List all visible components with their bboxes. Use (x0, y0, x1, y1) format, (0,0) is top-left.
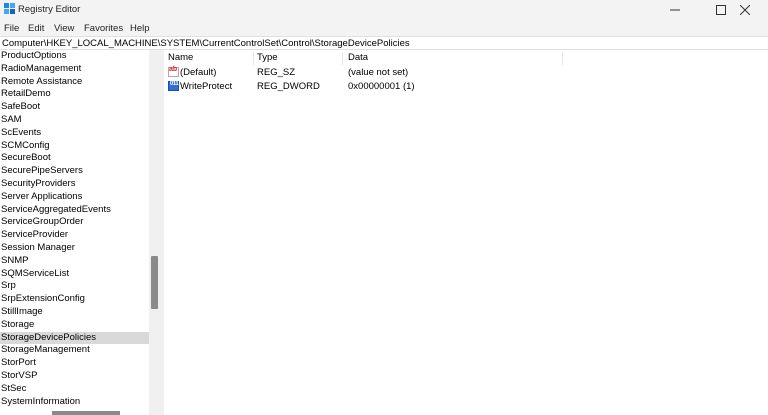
tree-item[interactable]: StillImage (0, 306, 150, 319)
menu-view[interactable]: View (54, 23, 74, 34)
tree-item[interactable]: Storage (0, 319, 150, 332)
window-title: Registry Editor (18, 4, 81, 15)
value-type: REG_SZ (257, 67, 296, 78)
key-tree: ProductOptions RadioManagement Remote As… (0, 50, 160, 415)
close-icon (740, 5, 750, 15)
tree-item[interactable]: StorVSP (0, 370, 150, 383)
tree-scroll-thumb[interactable] (151, 256, 158, 309)
menu-bar: File Edit View Favorites Help (0, 20, 768, 36)
column-header-type[interactable]: Type (257, 52, 278, 65)
minimize-button[interactable] (652, 0, 698, 20)
dword-value-icon: 011 (168, 81, 179, 91)
tree-item[interactable]: SecurityProviders (0, 178, 150, 191)
value-data: 0x00000001 (1) (348, 81, 415, 92)
value-name[interactable]: WriteProtect (180, 81, 232, 92)
tree-item[interactable]: ServiceGroupOrder (0, 216, 150, 229)
tree-item[interactable]: SrpExtensionConfig (0, 293, 150, 306)
tree-item[interactable]: SAM (0, 114, 150, 127)
title-bar: Registry Editor (0, 0, 768, 20)
value-type: REG_DWORD (257, 81, 320, 92)
column-divider[interactable] (562, 52, 563, 65)
tree-vertical-scrollbar[interactable] (149, 50, 160, 415)
tree-item[interactable]: Srp (0, 280, 150, 293)
registry-editor-icon (4, 3, 15, 15)
minimize-icon (670, 9, 680, 11)
value-data: (value not set) (348, 67, 409, 78)
tree-item[interactable]: SystemInformation (0, 396, 150, 409)
address-bar[interactable]: Computer\HKEY_LOCAL_MACHINE\SYSTEM\Curre… (0, 36, 768, 50)
menu-favorites[interactable]: Favorites (84, 23, 123, 34)
tree-item[interactable]: SQMServiceList (0, 268, 150, 281)
tree-item[interactable]: SCMConfig (0, 140, 150, 153)
address-path[interactable]: Computer\HKEY_LOCAL_MACHINE\SYSTEM\Curre… (2, 38, 410, 49)
string-value-icon: ab (168, 66, 179, 77)
tree-item[interactable]: StSec (0, 383, 150, 396)
tree-item[interactable]: SecureBoot (0, 152, 150, 165)
value-name[interactable]: (Default) (180, 67, 216, 78)
tree-item[interactable]: Remote Assistance (0, 76, 150, 89)
menu-help[interactable]: Help (130, 23, 150, 34)
column-header-data[interactable]: Data (348, 52, 368, 65)
tree-item[interactable]: StorageManagement (0, 344, 150, 357)
tree-item-selected[interactable]: StorageDevicePolicies (0, 331, 150, 345)
tree-item[interactable]: ServiceAggregatedEvents (0, 204, 150, 217)
tree-item[interactable]: SNMP (0, 255, 150, 268)
menu-file[interactable]: File (4, 23, 19, 34)
tree-item[interactable]: ScEvents (0, 127, 150, 140)
values-list: Name Type Data ab (Default) REG_SZ (valu… (164, 50, 768, 415)
tree-item[interactable]: RadioManagement (0, 63, 150, 76)
tree-item[interactable]: SecurePipeServers (0, 165, 150, 178)
tree-item[interactable]: RetailDemo (0, 88, 150, 101)
column-divider[interactable] (342, 52, 343, 65)
tree-item[interactable]: ProductOptions (0, 50, 150, 63)
tree-horizontal-scroll-thumb[interactable] (52, 411, 120, 415)
tree-item[interactable]: Server Applications (0, 191, 150, 204)
close-button[interactable] (722, 0, 768, 20)
tree-item[interactable]: SafeBoot (0, 101, 150, 114)
menu-edit[interactable]: Edit (28, 23, 44, 34)
tree-item[interactable]: ServiceProvider (0, 229, 150, 242)
column-header-name[interactable]: Name (168, 52, 193, 65)
column-divider[interactable] (253, 52, 254, 65)
tree-item[interactable]: Session Manager (0, 242, 150, 255)
tree-item[interactable]: StorPort (0, 357, 150, 370)
